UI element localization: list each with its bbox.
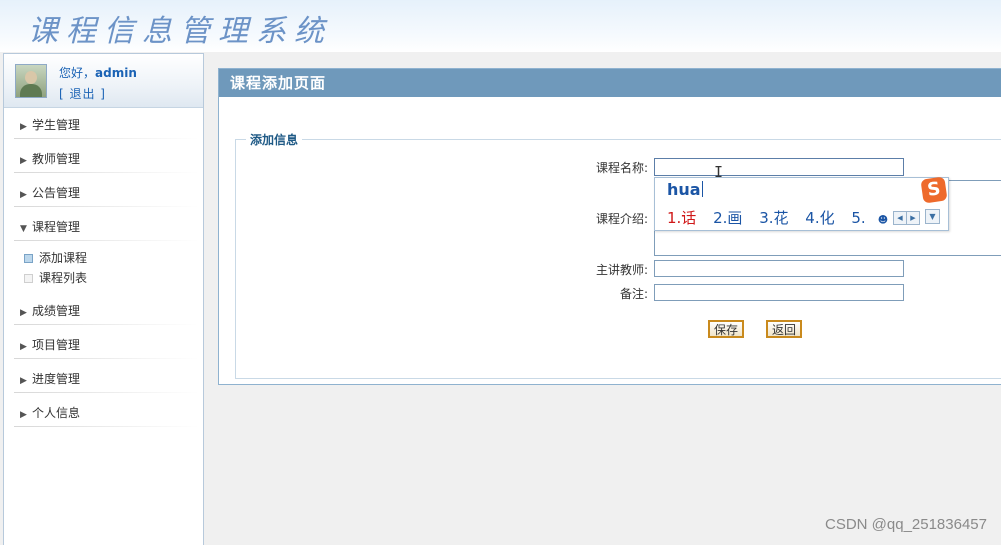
ime-prev-icon[interactable]: ◀: [893, 211, 907, 225]
watermark: CSDN @qq_251836457: [824, 516, 987, 533]
sidebar-menu: ▶ 学生管理 ▶ 教师管理 ▶ 公告管理 ▼ 课程管理 添加课程 课程列表 ▶ 成绩管理 …: [4, 108, 203, 430]
ime-next-icon[interactable]: ▶: [906, 211, 920, 225]
caret-right-icon: ▶: [20, 122, 27, 132]
avatar: [15, 64, 47, 98]
teacher-input[interactable]: [654, 260, 904, 277]
caret-right-icon: ▶: [20, 308, 27, 318]
ime-candidate[interactable]: 4.化: [805, 209, 834, 227]
sidebar-item-notices[interactable]: ▶ 公告管理: [4, 176, 203, 210]
caret-right-icon: ▶: [20, 376, 27, 386]
course-submenu: 添加课程 课程列表: [4, 244, 203, 294]
sidebar-item-label: 课程管理: [32, 220, 81, 234]
course-name-label: 课程名称:: [595, 161, 648, 175]
ime-candidate[interactable]: 1.话: [667, 209, 696, 227]
ime-candidate[interactable]: 3.花: [759, 209, 788, 227]
header: 课程信息管理系统: [0, 0, 1001, 52]
sidebar-subitem-add-course[interactable]: 添加课程: [4, 248, 203, 268]
course-name-input[interactable]: [654, 158, 904, 176]
ime-pager: ◀ ▶: [893, 209, 920, 225]
ime-composition: hua: [667, 180, 701, 199]
remark-input[interactable]: [654, 284, 904, 301]
page-title: 课程添加页面: [219, 69, 1001, 97]
greeting-prefix: 您好，: [59, 66, 96, 80]
caret-right-icon: ▶: [20, 156, 27, 166]
ime-candidate-popup: hua S 1.话 2.画 3.花 4.化 5. ☻ ◀ ▶ ▼: [654, 176, 949, 231]
square-bullet-icon: [24, 254, 33, 263]
back-button[interactable]: 返回: [766, 320, 803, 338]
sidebar-item-label: 学生管理: [32, 118, 81, 132]
emoji-icon: ☻: [877, 215, 889, 226]
text-cursor-icon: I: [714, 163, 724, 181]
greeting: 您好，admin: [59, 64, 137, 81]
user-box: 您好，admin [ 退出 ]: [4, 54, 203, 108]
remark-label: 备注:: [619, 287, 648, 301]
app-title: 课程信息管理系统: [28, 14, 332, 49]
ime-more-icon[interactable]: ▼: [925, 209, 940, 224]
logout-link[interactable]: [ 退出 ]: [59, 85, 106, 102]
fieldset-legend: 添加信息: [246, 131, 303, 148]
sidebar-subitem-course-list[interactable]: 课程列表: [4, 268, 203, 288]
sidebar-item-profile[interactable]: ▶ 个人信息: [4, 396, 203, 430]
sidebar-item-courses[interactable]: ▼ 课程管理: [4, 210, 203, 244]
square-bullet-icon: [24, 274, 33, 283]
subitem-label: 添加课程: [39, 251, 88, 265]
sidebar-item-label: 项目管理: [32, 338, 81, 352]
ime-candidate[interactable]: 5.: [851, 209, 865, 227]
sidebar-item-label: 成绩管理: [32, 304, 81, 318]
caret-right-icon: ▶: [20, 190, 27, 200]
sidebar-item-grades[interactable]: ▶ 成绩管理: [4, 294, 203, 328]
sidebar: 您好，admin [ 退出 ] ▶ 学生管理 ▶ 教师管理 ▶ 公告管理 ▼ 课程管理 …: [3, 53, 204, 545]
ime-candidate[interactable]: 2.画: [713, 209, 742, 227]
sidebar-item-teachers[interactable]: ▶ 教师管理: [4, 142, 203, 176]
caret-right-icon: ▶: [20, 342, 27, 352]
course-intro-label: 课程介绍:: [595, 212, 648, 226]
sidebar-item-progress[interactable]: ▶ 进度管理: [4, 362, 203, 396]
subitem-label: 课程列表: [39, 271, 88, 285]
sidebar-item-projects[interactable]: ▶ 项目管理: [4, 328, 203, 362]
sidebar-item-label: 进度管理: [32, 372, 81, 386]
sidebar-item-students[interactable]: ▶ 学生管理: [4, 108, 203, 142]
ime-logo-icon: S: [920, 176, 948, 204]
user-name: admin: [95, 66, 137, 80]
teacher-label: 主讲教师:: [595, 263, 648, 277]
caret-right-icon: ▶: [20, 410, 27, 420]
sidebar-item-label: 个人信息: [32, 406, 81, 420]
sidebar-item-label: 公告管理: [32, 186, 81, 200]
caret-down-icon: ▼: [20, 224, 27, 234]
sidebar-item-label: 教师管理: [32, 152, 81, 166]
save-button[interactable]: 保存: [708, 320, 745, 338]
ime-candidates: 1.话 2.画 3.花 4.化 5. ☻: [667, 207, 888, 228]
